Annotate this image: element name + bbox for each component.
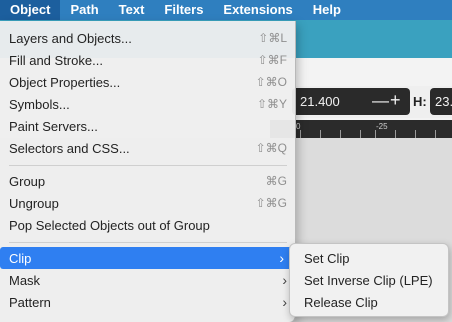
- submenu-item-set-inverse-clip[interactable]: Set Inverse Clip (LPE): [290, 271, 448, 291]
- menu-item-group[interactable]: Group ⌘G: [0, 170, 296, 192]
- shortcut-label: ⇧⌘F: [257, 53, 287, 67]
- menu-item-label: Layers and Objects...: [9, 30, 132, 46]
- ruler-tick: [360, 130, 361, 138]
- menu-item-label: Pop Selected Objects out of Group: [9, 217, 210, 233]
- shortcut-label: ⇧⌘L: [258, 31, 287, 45]
- menu-item-selectors-and-css[interactable]: Selectors and CSS... ⇧⌘Q: [0, 137, 296, 159]
- menu-item-object-properties[interactable]: Object Properties... ⇧⌘O: [0, 71, 296, 93]
- menu-help[interactable]: Help: [303, 0, 351, 20]
- ruler-tick: [435, 130, 436, 138]
- clip-submenu: Set Clip Set Inverse Clip (LPE) Release …: [289, 243, 449, 317]
- shortcut-label: ⇧⌘Y: [256, 97, 287, 111]
- menu-item-pop-out-of-group[interactable]: Pop Selected Objects out of Group: [0, 214, 296, 236]
- ruler-label: -25: [376, 122, 388, 131]
- menu-item-label: Pattern: [9, 294, 51, 310]
- menu-item-label: Symbols...: [9, 96, 70, 112]
- menu-text[interactable]: Text: [109, 0, 155, 20]
- decrement-icon[interactable]: —: [372, 91, 389, 111]
- ruler-tick: [320, 130, 321, 138]
- submenu-item-set-clip[interactable]: Set Clip: [290, 249, 448, 269]
- menu-item-label: Paint Servers...: [9, 118, 98, 134]
- menu-item-layers-and-objects[interactable]: Layers and Objects... ⇧⌘L: [0, 27, 296, 49]
- shortcut-label: ⇧⌘G: [255, 196, 287, 210]
- menu-separator: [9, 165, 287, 166]
- shortcut-label: ⇧⌘Q: [255, 141, 287, 155]
- menu-item-fill-and-stroke[interactable]: Fill and Stroke... ⇧⌘F: [0, 49, 296, 71]
- menu-item-label: Fill and Stroke...: [9, 52, 103, 68]
- menu-item-label: Clip: [9, 250, 32, 266]
- ruler-tick: [375, 130, 376, 138]
- menu-item-paint-servers[interactable]: Paint Servers...: [0, 115, 296, 137]
- increment-icon[interactable]: +: [390, 90, 401, 111]
- chevron-right-icon: ›: [282, 272, 287, 288]
- height-label: H:: [413, 94, 427, 109]
- height-value: 23.: [435, 94, 452, 109]
- menu-item-mask[interactable]: Mask ›: [0, 269, 296, 291]
- menu-item-label: Mask: [9, 272, 41, 288]
- submenu-item-release-clip[interactable]: Release Clip: [290, 293, 448, 313]
- menu-item-ungroup[interactable]: Ungroup ⇧⌘G: [0, 192, 296, 214]
- ruler-tick: [340, 130, 341, 138]
- menu-item-label: Selectors and CSS...: [9, 140, 130, 156]
- menu-extensions[interactable]: Extensions: [213, 0, 302, 20]
- ruler-tick: [300, 130, 301, 138]
- menu-item-label: Ungroup: [9, 195, 59, 211]
- shortcut-label: ⌘G: [265, 174, 287, 188]
- menu-item-symbols[interactable]: Symbols... ⇧⌘Y: [0, 93, 296, 115]
- menu-separator: [9, 242, 287, 243]
- menu-filters[interactable]: Filters: [154, 0, 213, 20]
- chevron-right-icon: ›: [282, 294, 287, 310]
- chevron-right-icon: ›: [279, 250, 284, 266]
- menu-object[interactable]: Object: [0, 0, 61, 20]
- menu-path[interactable]: Path: [60, 0, 108, 20]
- menu-bar: Object Path Text Filters Extensions Help: [0, 0, 452, 20]
- menu-item-label: Object Properties...: [9, 74, 121, 90]
- menu-item-clip[interactable]: Clip ›: [0, 247, 293, 269]
- object-menu-dropdown: Layers and Objects... ⇧⌘L Fill and Strok…: [0, 21, 296, 322]
- shortcut-label: ⇧⌘O: [255, 75, 287, 89]
- menu-item-label: Group: [9, 173, 46, 189]
- width-value: 21.400: [300, 94, 340, 109]
- ruler-tick: [395, 130, 396, 138]
- menu-item-pattern[interactable]: Pattern ›: [0, 291, 296, 313]
- ruler-tick: [415, 130, 416, 138]
